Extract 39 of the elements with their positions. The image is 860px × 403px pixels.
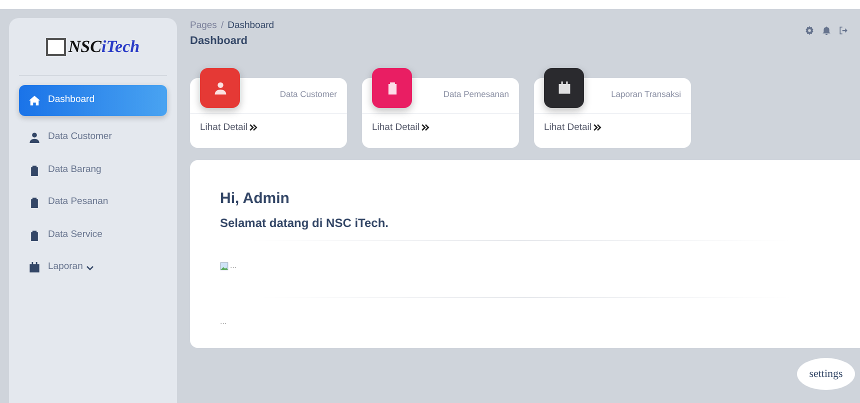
greeting: Hi, Admin: [220, 190, 290, 208]
clipboard-icon: [29, 197, 40, 208]
breadcrumb-item[interactable]: Pages: [190, 20, 217, 31]
sidebar-item[interactable]: Data Pesanan: [19, 187, 167, 218]
sidebar-item[interactable]: Dashboard: [19, 85, 167, 116]
user-icon: [29, 132, 40, 143]
calendar-icon: [29, 262, 40, 273]
logo-text: NSCiTech: [68, 36, 140, 58]
card-title: Data Customer: [280, 88, 337, 99]
notification-icon[interactable]: [822, 26, 831, 35]
logout-icon[interactable]: [839, 26, 848, 35]
detail-link[interactable]: Lihat Detail: [190, 114, 268, 141]
breadcrumb-item: Dashboard: [228, 20, 274, 31]
welcome-message: Selamat datang di NSC iTech.: [220, 214, 390, 232]
footer-text: ...: [220, 316, 228, 328]
card-title: Data Pemesanan: [443, 88, 509, 99]
settings-icon[interactable]: [805, 26, 814, 35]
clipboard-icon: [29, 164, 40, 176]
double-chevron-icon: [420, 123, 430, 132]
user-icon: [214, 80, 226, 95]
settings-button[interactable]: settings: [797, 358, 855, 390]
logo-emblem: [46, 38, 66, 56]
page-title: Dashboard: [190, 34, 248, 50]
double-chevron-icon: [248, 123, 258, 132]
broken-image: ...: [220, 260, 237, 272]
double-chevron-icon: [592, 123, 602, 132]
sidebar-item[interactable]: Data Service: [19, 220, 167, 250]
chevron-down-icon: [86, 264, 94, 272]
card-title: Laporan Transaksi: [611, 88, 681, 99]
sidebar-item[interactable]: Laporan: [19, 252, 167, 283]
detail-link[interactable]: Lihat Detail: [534, 114, 612, 141]
sidebar-item[interactable]: Data Barang: [19, 154, 167, 186]
sidebar-item[interactable]: Data Customer: [19, 122, 167, 153]
clipboard-icon: [29, 230, 40, 240]
home-icon: [29, 95, 40, 106]
breadcrumb-separator: /: [220, 20, 225, 31]
clipboard-icon: [386, 80, 398, 95]
detail-link[interactable]: Lihat Detail: [362, 114, 440, 141]
calendar-icon: [558, 80, 570, 95]
